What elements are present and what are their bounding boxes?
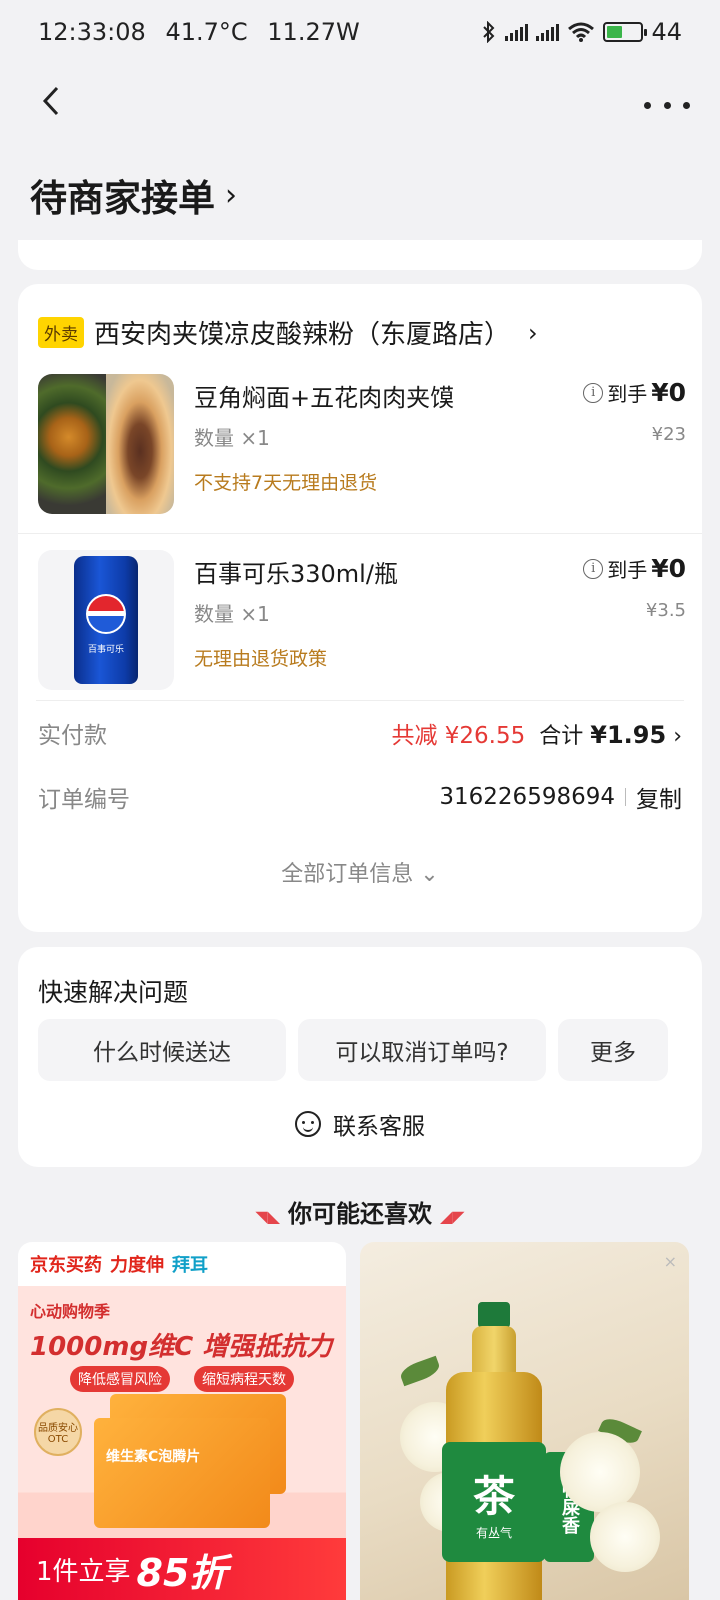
battery-icon bbox=[603, 22, 648, 42]
ad-bottom-banner: 1件立享 85折 bbox=[18, 1538, 346, 1600]
copy-button[interactable]: 复制 bbox=[636, 780, 682, 814]
separator bbox=[625, 788, 626, 806]
all-order-info-label: 全部订单信息 bbox=[281, 862, 414, 887]
order-number-value-group: 316226598694 复制 bbox=[439, 780, 682, 814]
ad-brand-jd: 京东买药 bbox=[30, 1255, 102, 1276]
status-temperature: 41.7°C bbox=[165, 18, 248, 46]
ad-pill: 降低感冒风险 bbox=[70, 1366, 170, 1392]
ad-brand-lkb: 力度伸 bbox=[110, 1255, 164, 1276]
chevron-right-icon: › bbox=[673, 724, 682, 749]
food-thumbnail bbox=[38, 374, 174, 514]
ad-brand-bayer: 拜耳 bbox=[172, 1255, 208, 1276]
otc-seal: 品质安心 OTC bbox=[34, 1408, 82, 1456]
recommend-ad-vitamin-c[interactable]: 京东买药 力度伸 拜耳 心动购物季 1000mg维C 增强抵抗力 降低感冒风险 … bbox=[18, 1242, 346, 1600]
payment-row[interactable]: 实付款 共减 ¥26.55 合计 ¥1.95 › bbox=[38, 716, 682, 750]
item-return-policy: 不支持7天无理由退货 bbox=[194, 472, 378, 494]
product-box: 维生素C泡腾片 bbox=[94, 1418, 270, 1528]
tea-bottle: 茶 有丛气 bbox=[442, 1302, 546, 1600]
item-name: 豆角焖面+五花肉肉夹馍 bbox=[194, 384, 455, 412]
wifi-icon bbox=[568, 22, 595, 42]
info-icon[interactable]: i bbox=[583, 558, 604, 579]
smile-icon bbox=[295, 1111, 321, 1137]
receive-amount: ¥0 bbox=[651, 378, 686, 407]
collapsed-card bbox=[18, 240, 702, 270]
recommend-title-text: 你可能还喜欢 bbox=[288, 1200, 432, 1228]
flower-decoration bbox=[590, 1502, 660, 1572]
contact-service-button[interactable]: 联系客服 bbox=[18, 1107, 702, 1141]
quick-button-cancel-order[interactable]: 可以取消订单吗? bbox=[298, 1019, 546, 1081]
back-button[interactable] bbox=[34, 84, 68, 118]
item-original-price: ¥23 bbox=[651, 424, 686, 445]
recommend-ad-tea[interactable]: × 茶 有丛气 鸭屎香 bbox=[360, 1242, 689, 1600]
status-right: 44 bbox=[481, 18, 682, 46]
receive-label: 到手 bbox=[607, 382, 648, 406]
quick-button-more[interactable]: 更多 bbox=[558, 1019, 668, 1081]
nav-bar bbox=[0, 64, 720, 144]
close-icon[interactable]: × bbox=[664, 1252, 677, 1271]
status-time: 12:33:08 bbox=[38, 18, 146, 46]
item-name: 百事可乐330ml/瓶 bbox=[194, 560, 398, 588]
store-name: 西安肉夹馍凉皮酸辣粉（东厦路店） bbox=[94, 320, 511, 350]
quick-help-title: 快速解决问题 bbox=[38, 978, 189, 1007]
order-status-text: 待商家接单 bbox=[30, 177, 215, 220]
battery-level: 44 bbox=[651, 18, 682, 46]
ad-pill: 缩短病程天数 bbox=[194, 1366, 294, 1392]
receive-label: 到手 bbox=[607, 558, 648, 582]
order-card: 外卖 西安肉夹馍凉皮酸辣粉（东厦路店） › 豆角焖面+五花肉肉夹馍 数量 ×1 … bbox=[18, 284, 702, 932]
status-left: 12:33:08 41.7°C 11.27W bbox=[38, 18, 372, 46]
total-value: ¥1.95 bbox=[590, 721, 667, 749]
tea-label-big: 茶 bbox=[472, 1472, 515, 1521]
bluetooth-icon bbox=[483, 21, 495, 43]
cola-thumbnail: 百事可乐 bbox=[38, 550, 174, 690]
more-button[interactable] bbox=[644, 90, 690, 120]
divider bbox=[36, 700, 684, 701]
order-number: 316226598694 bbox=[439, 784, 615, 810]
order-number-row: 订单编号 316226598694 复制 bbox=[38, 780, 682, 814]
status-power: 11.27W bbox=[267, 18, 360, 46]
all-order-info-button[interactable]: 全部订单信息 ⌄ bbox=[18, 856, 702, 888]
item-receive-price[interactable]: i 到手 ¥0 bbox=[583, 554, 686, 583]
item-receive-price[interactable]: i 到手 ¥0 bbox=[583, 378, 686, 407]
receive-amount: ¥0 bbox=[651, 554, 686, 583]
item-quantity: 数量 ×1 bbox=[194, 602, 270, 626]
order-number-label: 订单编号 bbox=[38, 787, 130, 813]
product-box-text: 维生素C泡腾片 bbox=[106, 1449, 201, 1465]
item-quantity: 数量 ×1 bbox=[194, 426, 270, 450]
ad-bottom-text: 1件立享 bbox=[36, 1556, 131, 1587]
chevron-right-icon: › bbox=[225, 177, 237, 213]
payment-summary[interactable]: 共减 ¥26.55 合计 ¥1.95 › bbox=[391, 716, 682, 750]
ad-bottom-discount: 85折 bbox=[136, 1550, 228, 1595]
tea-label-small: 有丛气 bbox=[475, 1526, 512, 1540]
signal-icon bbox=[505, 23, 529, 41]
store-row[interactable]: 外卖 西安肉夹馍凉皮酸辣粉（东厦路店） › bbox=[38, 314, 538, 351]
ad-promo-line2: 1000mg维C 增强抵抗力 bbox=[30, 1332, 333, 1362]
chevron-right-icon: › bbox=[528, 318, 538, 347]
flower-decoration bbox=[560, 1432, 640, 1512]
item-return-policy: 无理由退货政策 bbox=[194, 648, 328, 670]
decoration-icon: ◢◤ bbox=[440, 1207, 465, 1226]
ad-brand-bar: 京东买药 力度伸 拜耳 bbox=[18, 1242, 346, 1286]
discount-amount: 共减 ¥26.55 bbox=[391, 723, 526, 749]
order-item[interactable]: 百事可乐 百事可乐330ml/瓶 数量 ×1 无理由退货政策 i 到手 ¥0 ¥… bbox=[18, 550, 702, 710]
total-amount: 合计 ¥1.95 › bbox=[539, 718, 682, 750]
contact-service-label: 联系客服 bbox=[333, 1114, 425, 1140]
decoration-icon: ◥◣ bbox=[255, 1207, 280, 1226]
signal-icon-2 bbox=[536, 23, 560, 41]
chevron-down-icon: ⌄ bbox=[420, 862, 439, 887]
recommend-title: ◥◣ 你可能还喜欢 ◢◤ bbox=[0, 1194, 720, 1229]
total-label: 合计 bbox=[539, 724, 584, 749]
item-original-price: ¥3.5 bbox=[645, 600, 686, 621]
info-icon[interactable]: i bbox=[583, 382, 604, 403]
quick-help-card: 快速解决问题 什么时候送达 可以取消订单吗? 更多 联系客服 bbox=[18, 947, 702, 1167]
order-item[interactable]: 豆角焖面+五花肉肉夹馍 数量 ×1 不支持7天无理由退货 i 到手 ¥0 ¥23 bbox=[18, 374, 702, 534]
page-title[interactable]: 待商家接单 › bbox=[30, 168, 237, 222]
chevron-left-icon bbox=[42, 86, 59, 116]
store-tag: 外卖 bbox=[38, 317, 84, 348]
quick-button-delivery-time[interactable]: 什么时候送达 bbox=[38, 1019, 286, 1081]
paid-label: 实付款 bbox=[38, 723, 107, 749]
status-bar: 12:33:08 41.7°C 11.27W 44 bbox=[0, 0, 720, 64]
ad-promo-line1: 心动购物季 bbox=[30, 1302, 111, 1321]
leaf-decoration bbox=[398, 1355, 442, 1387]
